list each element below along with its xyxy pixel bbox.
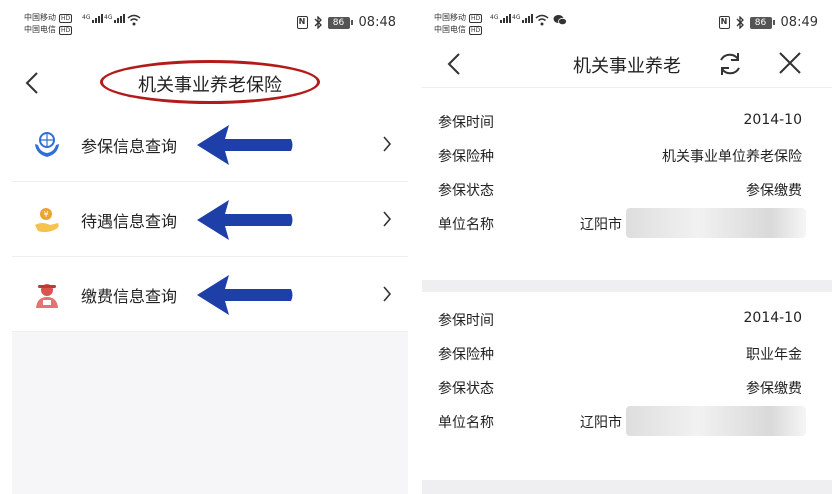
carrier-name-2: 中国电信 <box>434 25 466 34</box>
menu-item-enrollment-query[interactable]: 参保信息查询 <box>12 107 408 182</box>
hd-badge: HD <box>469 25 483 35</box>
empty-area <box>12 332 408 494</box>
field-label: 参保状态 <box>438 183 494 199</box>
info-row: 参保险种 职业年金 <box>422 336 832 370</box>
hands-globe-icon <box>35 132 59 157</box>
field-label: 参保时间 <box>438 115 494 131</box>
query-menu: 参保信息查询 ¥ 待遇信息查询 缴费信息查询 <box>12 107 408 332</box>
wechat-icon <box>553 15 567 26</box>
field-value: 职业年金 <box>746 347 802 363</box>
close-icon[interactable] <box>778 51 802 75</box>
status-right: N 86 08:49 <box>718 15 818 30</box>
clock: 08:49 <box>780 15 818 30</box>
field-value: 2014-10 <box>743 310 803 326</box>
field-value: 2014-10 <box>743 112 803 128</box>
battery-icon: 86 <box>327 16 353 29</box>
carrier-name-1: 中国移动 <box>434 13 466 22</box>
nfc-icon: N <box>296 16 308 29</box>
info-row: 参保时间 2014-10 <box>422 104 832 138</box>
info-row: 参保时间 2014-10 <box>422 302 832 336</box>
annotation-arrow-icon <box>197 200 293 240</box>
chevron-right-icon <box>383 286 392 302</box>
chevron-right-icon <box>383 136 392 152</box>
right-phone-screen: 中国移动HD 中国电信HD 4G 4G N 86 08:49 机关事业养老 <box>422 0 832 494</box>
refresh-icon[interactable] <box>716 50 744 78</box>
menu-item-label: 参保信息查询 <box>81 137 178 156</box>
screen-gap <box>410 0 422 494</box>
page-header: 机关事业养老保险 <box>0 60 410 106</box>
card-separator <box>422 280 832 292</box>
status-bar: 中国移动 HD 中国电信 HD 4G 4G N 86 08:48 <box>0 8 410 38</box>
carrier-name-1: 中国移动 <box>24 13 56 22</box>
field-label: 参保险种 <box>438 149 494 165</box>
field-value: 机关事业单位养老保险 <box>662 149 802 165</box>
clock: 08:48 <box>358 15 396 30</box>
svg-text:¥: ¥ <box>43 210 48 219</box>
field-label: 参保险种 <box>438 347 494 363</box>
annotation-arrow-icon <box>197 275 293 315</box>
chevron-right-icon <box>383 211 392 227</box>
carrier-name-2: 中国电信 <box>24 25 56 34</box>
wifi-icon <box>535 14 549 26</box>
field-label: 参保状态 <box>438 381 494 397</box>
field-label: 单位名称 <box>438 415 494 431</box>
signal-icon: 4G <box>512 14 534 23</box>
battery-icon: 86 <box>749 16 775 29</box>
page-title: 机关事业养老保险 <box>138 75 282 96</box>
hd-badge: HD <box>469 13 483 23</box>
card-separator <box>422 480 832 494</box>
insurance-record-card: 参保时间 2014-10 参保险种 机关事业单位养老保险 参保状态 参保缴费 单… <box>422 104 832 240</box>
status-bar: 中国移动 HD 中国电信 HD 4G 4G N 86 08:49 <box>422 8 832 38</box>
hand-coin-icon: ¥ <box>35 208 59 233</box>
field-label: 参保时间 <box>438 313 494 329</box>
field-value: 辽阳市 <box>580 217 622 233</box>
signal-icon: 4G <box>82 14 104 23</box>
wifi-icon <box>127 14 141 26</box>
page-header: 机关事业养老 <box>422 42 832 88</box>
menu-item-label: 缴费信息查询 <box>81 287 178 306</box>
carrier-info: 中国移动 HD 中国电信 HD <box>24 12 73 36</box>
bluetooth-icon <box>736 16 744 29</box>
field-value: 辽阳市 <box>580 415 622 431</box>
info-row: 参保险种 机关事业单位养老保险 <box>422 138 832 172</box>
hd-badge: HD <box>59 13 73 23</box>
annotation-arrow-icon <box>197 125 293 165</box>
menu-item-benefit-query[interactable]: ¥ 待遇信息查询 <box>12 182 408 257</box>
left-phone-screen: 中国移动 HD 中国电信 HD 4G 4G N 86 08:48 机关事业养老保险 <box>0 0 410 494</box>
bluetooth-icon <box>314 16 322 29</box>
info-row: 单位名称 辽阳市 <box>422 206 832 240</box>
info-row: 参保状态 参保缴费 <box>422 370 832 404</box>
field-value: 参保缴费 <box>746 183 802 199</box>
hd-badge: HD <box>59 25 73 35</box>
nfc-icon: N <box>718 16 730 29</box>
insurance-record-card: 参保时间 2014-10 参保险种 职业年金 参保状态 参保缴费 单位名称 辽阳… <box>422 302 832 438</box>
field-value: 参保缴费 <box>746 381 802 397</box>
field-label: 单位名称 <box>438 217 494 233</box>
status-right: N 86 08:48 <box>296 15 396 30</box>
carrier-info: 中国移动 HD 中国电信 HD <box>434 12 483 36</box>
back-arrow-icon[interactable] <box>24 71 40 95</box>
menu-item-label: 待遇信息查询 <box>81 212 178 231</box>
menu-item-payment-query[interactable]: 缴费信息查询 <box>12 257 408 332</box>
signal-icon: 4G <box>490 14 512 23</box>
redaction-blur <box>626 208 806 238</box>
signal-icon: 4G <box>104 14 126 23</box>
info-row: 参保状态 参保缴费 <box>422 172 832 206</box>
page-title: 机关事业养老 <box>573 56 681 77</box>
info-row: 单位名称 辽阳市 <box>422 404 832 438</box>
redaction-blur <box>626 406 806 436</box>
person-payment-icon <box>36 284 58 308</box>
